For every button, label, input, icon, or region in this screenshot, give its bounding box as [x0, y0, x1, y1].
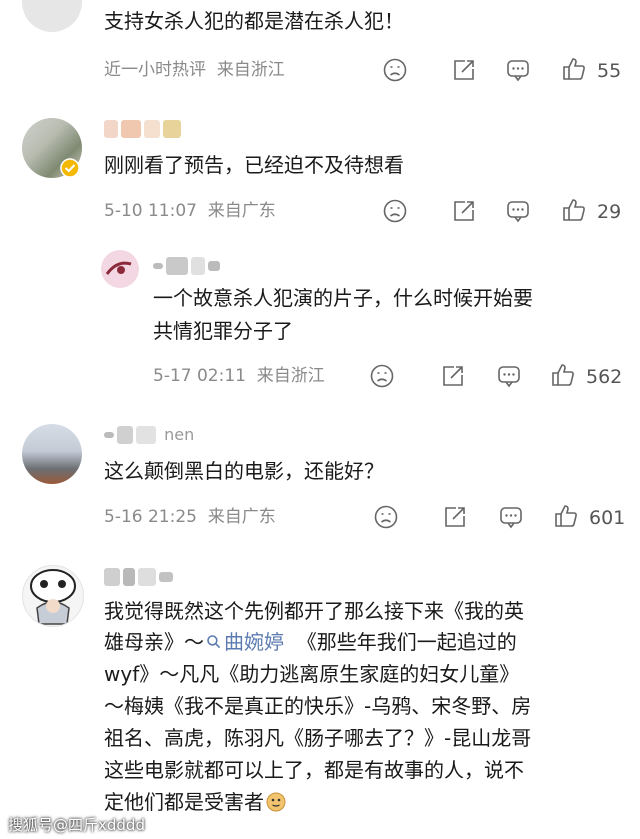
comment-location: 来自广东: [207, 507, 276, 527]
reply-text-line-1: 一个故意杀人犯演的片子，什么时候开始要: [153, 286, 533, 310]
mention-link[interactable]: 曲婉婷: [204, 630, 284, 654]
comment-line-3: wyf》～凡凡《助力逃离原生家庭的妇女儿童》: [104, 662, 520, 686]
comment-text: 刚刚看了预告，已经迫不及待想看: [104, 153, 404, 177]
share-icon[interactable]: [440, 363, 466, 389]
like-count: 29: [597, 201, 622, 223]
comment-line-6: 这些电影就都可以上了，都是有故事的人，说不: [104, 758, 524, 782]
username-blurred[interactable]: [104, 118, 184, 140]
avatar[interactable]: [101, 250, 139, 288]
doge-emoji-icon: [266, 792, 286, 812]
comment-time: 5-16 21:25: [104, 507, 197, 527]
comment-location: 来自浙江: [216, 60, 285, 80]
comment-line-5: 祖名、高虎，陈羽凡《肠子哪去了？》-昆山龙哥: [104, 726, 532, 750]
dislike-icon[interactable]: [373, 504, 399, 530]
dislike-icon[interactable]: [382, 198, 408, 224]
username-fragment: nen: [164, 425, 195, 444]
verified-badge-icon: [60, 158, 80, 178]
avatar[interactable]: [22, 0, 82, 32]
share-icon[interactable]: [442, 504, 468, 530]
avatar-illustration: [105, 261, 132, 275]
search-icon: [207, 635, 221, 649]
comment-meta: 5-17 02:11 来自浙江: [153, 366, 325, 386]
comment-meta: 近一小时热评 来自浙江: [104, 60, 285, 80]
avatar-illustration: [30, 569, 76, 625]
username-blurred[interactable]: nen: [104, 424, 197, 446]
avatar[interactable]: [22, 424, 82, 484]
comment-time: 近一小时热评: [104, 60, 206, 80]
like-icon[interactable]: [553, 503, 579, 529]
like-count: 601: [589, 507, 626, 529]
mention-text: 曲婉婷: [224, 630, 284, 654]
watermark: 搜狐号@四斤xdddd: [8, 816, 145, 834]
reply-icon[interactable]: [505, 57, 531, 83]
comment-text: 支持女杀人犯的都是潜在杀人犯！: [104, 9, 404, 33]
username-blurred[interactable]: [104, 566, 176, 588]
comment-line-2-end: 《那些年我们一起追过的: [296, 630, 517, 654]
reply-text-line-2: 共情犯罪分子了: [153, 319, 293, 343]
comment-line-7: 定他们都是受害者: [104, 787, 286, 817]
like-count: 55: [597, 60, 622, 82]
dislike-icon[interactable]: [369, 363, 395, 389]
like-count: 562: [586, 366, 623, 388]
comment-text: 这么颠倒黑白的电影，还能好？: [104, 459, 384, 483]
like-icon[interactable]: [550, 362, 576, 388]
like-icon[interactable]: [561, 197, 587, 223]
avatar[interactable]: [22, 565, 84, 627]
comment-meta: 5-16 21:25 来自广东: [104, 507, 276, 527]
share-icon[interactable]: [451, 57, 477, 83]
comment-line-1: 我觉得既然这个先例都开了那么接下来《我的英: [104, 599, 524, 623]
comment-line-2: 雄母亲》～ 曲婉婷 《那些年我们一起追过的: [104, 627, 517, 657]
like-icon[interactable]: [561, 56, 587, 82]
comment-location: 来自广东: [207, 201, 276, 221]
reply-icon[interactable]: [505, 198, 531, 224]
comment-line-2-start: 雄母亲》～: [104, 630, 204, 654]
comment-time: 5-17 02:11: [153, 366, 246, 386]
reply-icon[interactable]: [498, 504, 524, 530]
share-icon[interactable]: [451, 198, 477, 224]
username-blurred[interactable]: [153, 255, 223, 277]
comment-time: 5-10 11:07: [104, 201, 197, 221]
comment-line-7-text: 定他们都是受害者: [104, 790, 264, 814]
comment-location: 来自浙江: [256, 366, 325, 386]
comment-line-4: ～梅姨《我不是真正的快乐》-乌鸦、宋冬野、房: [104, 694, 532, 718]
comment-meta: 5-10 11:07 来自广东: [104, 201, 276, 221]
dislike-icon[interactable]: [382, 57, 408, 83]
reply-icon[interactable]: [496, 363, 522, 389]
